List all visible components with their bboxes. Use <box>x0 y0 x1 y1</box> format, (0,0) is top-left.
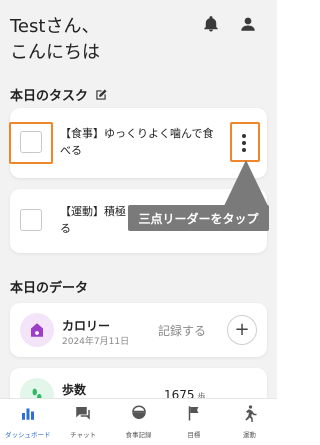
app-screen: Testさん、 こんにちは 本日のタスク 【食事】ゆっくりよく噛んで食 べる 【… <box>0 0 277 445</box>
task-text-2: 【運動】積極 る <box>60 203 126 237</box>
task-checkbox-2[interactable] <box>20 209 42 231</box>
greeting-line-2: こんにちは <box>10 42 100 63</box>
chat-icon <box>76 407 90 420</box>
task-1-line-1: 【食事】ゆっくりよく噛んで食 <box>60 127 214 140</box>
edit-icon[interactable] <box>94 88 108 102</box>
flag-icon <box>188 406 199 421</box>
tab-goal-label: 目標 <box>187 431 201 439</box>
task-2-line-2: る <box>60 222 71 235</box>
data-section-title: 本日のデータ <box>10 277 88 296</box>
tab-meal-record[interactable]: 食事記録 <box>111 399 166 445</box>
tasks-section-title: 本日のタスク <box>10 85 108 104</box>
calorie-date: 2024年7月11日 <box>62 337 130 347</box>
task-1-line-2: べる <box>60 144 82 157</box>
checkbox-highlight <box>9 122 53 164</box>
steps-label: 歩数 <box>62 383 87 397</box>
tab-exercise-label: 運動 <box>242 431 256 439</box>
calorie-card[interactable]: カロリー 2024年7月11日 記録する + <box>10 303 267 357</box>
bell-icon[interactable] <box>202 15 220 33</box>
bottom-tab-bar: ダッシュボード チャット 食事記録 目標 運動 <box>0 398 277 445</box>
user-icon[interactable] <box>239 15 257 33</box>
tab-dashboard-label: ダッシュボード <box>4 431 51 439</box>
tab-goal[interactable]: 目標 <box>166 399 221 445</box>
tab-dashboard[interactable]: ダッシュボード <box>0 399 55 445</box>
greeting-line-1: Testさん、 <box>10 16 100 37</box>
record-calorie-link[interactable]: 記録する <box>158 322 206 339</box>
tab-chat[interactable]: チャット <box>55 399 110 445</box>
bar-chart-icon <box>21 408 34 420</box>
tab-meal-label: 食事記録 <box>125 431 152 439</box>
greeting: Testさん、 こんにちは <box>10 14 100 66</box>
tasks-title-text: 本日のタスク <box>10 89 89 104</box>
task-text-1: 【食事】ゆっくりよく噛んで食 べる <box>60 125 213 159</box>
calorie-label: カロリー <box>62 319 111 333</box>
callout-pointer <box>224 160 268 206</box>
tab-chat-label: チャット <box>70 431 97 439</box>
task-2-line-1: 【運動】積極 <box>60 205 126 218</box>
tab-exercise[interactable]: 運動 <box>222 399 277 445</box>
kebab-highlight <box>230 122 260 162</box>
tap-kebab-callout: 三点リーダーをタップ <box>128 205 269 231</box>
data-title-text: 本日のデータ <box>10 281 89 296</box>
add-calorie-button[interactable]: + <box>227 315 257 345</box>
calorie-icon <box>20 313 54 347</box>
meal-bowl-icon <box>131 405 146 419</box>
running-icon <box>245 405 257 422</box>
